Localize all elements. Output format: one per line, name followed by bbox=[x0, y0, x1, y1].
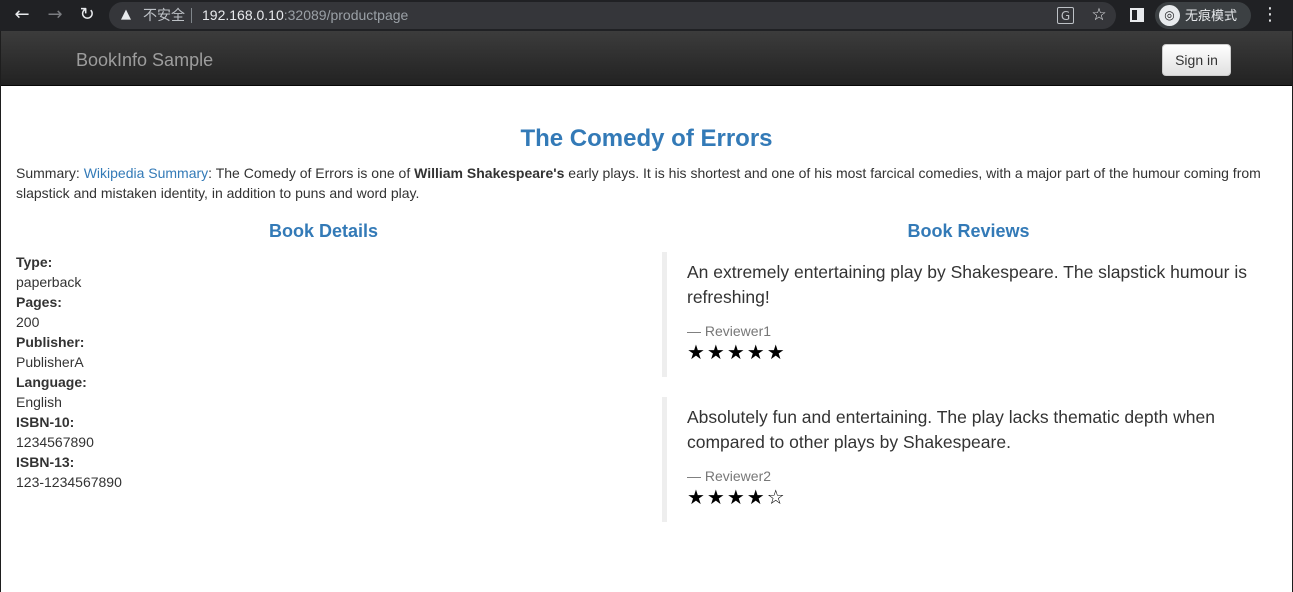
review-text: Absolutely fun and entertaining. The pla… bbox=[687, 407, 1215, 452]
reviewer-name: — Reviewer2 bbox=[687, 468, 772, 484]
review-item: Absolutely fun and entertaining. The pla… bbox=[662, 397, 1262, 522]
reviewer-name: — Reviewer1 bbox=[687, 323, 772, 339]
detail-label-publisher: Publisher: bbox=[16, 334, 85, 350]
summary-author: William Shakespeare's bbox=[414, 165, 565, 181]
address-bar[interactable]: ▲ 不安全 192.168.0.10:32089/productpage G ☆ bbox=[109, 2, 1116, 29]
brand-link[interactable]: BookInfo Sample bbox=[76, 49, 213, 71]
detail-value-type: paperback bbox=[16, 274, 82, 290]
incognito-icon: ◎ bbox=[1159, 5, 1180, 26]
book-details-heading: Book Details bbox=[268, 221, 379, 241]
detail-label-isbn10: ISBN-10: bbox=[16, 414, 75, 430]
back-arrow-icon[interactable]: ← bbox=[10, 3, 34, 27]
sign-in-button[interactable]: Sign in bbox=[1162, 44, 1231, 76]
reload-icon[interactable]: ↻ bbox=[75, 3, 99, 27]
side-panel-icon[interactable] bbox=[1130, 8, 1144, 22]
review-item: An extremely entertaining play by Shakes… bbox=[662, 252, 1262, 377]
bookmark-star-icon[interactable]: ☆ bbox=[1089, 5, 1109, 25]
detail-value-pages: 200 bbox=[16, 314, 40, 330]
detail-value-isbn10: 1234567890 bbox=[16, 434, 94, 450]
forward-arrow-icon[interactable]: → bbox=[43, 3, 67, 27]
detail-label-isbn13: ISBN-13: bbox=[16, 454, 75, 470]
navbar: BookInfo Sample Sign in bbox=[1, 31, 1292, 86]
product-summary: Summary: Wikipedia Summary: The Comedy o… bbox=[16, 163, 1278, 203]
translate-icon[interactable]: G bbox=[1057, 7, 1074, 24]
warning-icon[interactable]: ▲ bbox=[121, 7, 137, 23]
book-reviews-heading: Book Reviews bbox=[907, 221, 1030, 241]
url-host: 192.168.0.10 bbox=[202, 7, 284, 23]
page-content: BookInfo Sample Sign in The Comedy of Er… bbox=[0, 31, 1293, 592]
star-rating-icon: ★★★★★ bbox=[687, 340, 787, 364]
security-label[interactable]: 不安全 bbox=[143, 7, 185, 24]
detail-value-isbn13: 123-1234567890 bbox=[16, 474, 122, 490]
summary-mid: : The Comedy of Errors is one of bbox=[208, 165, 415, 181]
detail-value-language: English bbox=[16, 394, 62, 410]
detail-label-language: Language: bbox=[16, 374, 87, 390]
detail-label-pages: Pages: bbox=[16, 294, 62, 310]
summary-prefix: Summary: bbox=[16, 165, 84, 181]
incognito-label: 无痕模式 bbox=[1185, 8, 1238, 23]
browser-toolbar: ← → ↻ ▲ 不安全 192.168.0.10:32089/productpa… bbox=[0, 0, 1293, 31]
wikipedia-summary-link[interactable]: Wikipedia Summary bbox=[84, 165, 208, 181]
review-text: An extremely entertaining play by Shakes… bbox=[687, 262, 1247, 307]
url-path: :32089/productpage bbox=[283, 7, 409, 23]
incognito-badge[interactable]: ◎ 无痕模式 bbox=[1155, 2, 1251, 29]
address-divider bbox=[191, 8, 192, 23]
star-rating-icon: ★★★★☆ bbox=[687, 485, 787, 509]
detail-label-type: Type: bbox=[16, 254, 53, 270]
kebab-menu-icon[interactable]: ⋮ bbox=[1261, 4, 1279, 26]
detail-value-publisher: PublisherA bbox=[16, 354, 84, 370]
url-text[interactable]: 192.168.0.10:32089/productpage bbox=[202, 7, 408, 24]
product-title: The Comedy of Errors bbox=[520, 125, 773, 152]
book-details-list: Type: paperback Pages: 200 Publisher: Pu… bbox=[16, 252, 616, 492]
